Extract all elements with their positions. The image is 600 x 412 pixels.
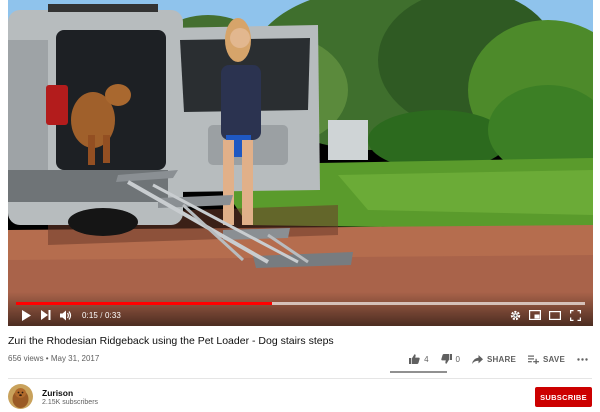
theater-icon [549, 310, 561, 320]
thumbs-down-icon [440, 354, 456, 364]
playlist-add-icon [528, 355, 543, 364]
view-count: 656 views [8, 354, 44, 363]
like-ratio-bar [390, 371, 447, 373]
avatar-image [8, 384, 33, 409]
subscribe-button[interactable]: SUBSCRIBE [535, 387, 592, 407]
section-divider [8, 378, 592, 379]
like-count: 4 [424, 354, 429, 364]
fullscreen-button[interactable] [565, 306, 585, 324]
video-title: Zuri the Rhodesian Ridgeback using the P… [8, 335, 334, 347]
more-actions-button[interactable] [577, 351, 592, 367]
volume-icon [60, 310, 72, 321]
video-frame[interactable] [8, 0, 593, 326]
like-ratio-fill [390, 371, 447, 373]
play-button[interactable] [16, 306, 36, 324]
video-meta: 656 views • May 31, 2017 [8, 354, 99, 363]
save-label: SAVE [543, 354, 565, 364]
dislike-button[interactable]: 0 [440, 351, 460, 367]
save-button[interactable]: SAVE [528, 351, 565, 367]
share-label: SHARE [486, 354, 516, 364]
volume-button[interactable] [56, 306, 76, 324]
share-icon [471, 354, 487, 364]
time-separator: / [97, 310, 105, 320]
fullscreen-icon [569, 309, 581, 321]
progress-played [16, 302, 273, 305]
next-icon [41, 310, 51, 320]
more-horizontal-icon [577, 357, 592, 361]
theater-button[interactable] [545, 306, 565, 324]
settings-button[interactable] [505, 306, 525, 324]
channel-avatar[interactable] [8, 384, 33, 409]
share-button[interactable]: SHARE [471, 351, 516, 367]
time-display: 0:15 / 0:33 [82, 311, 121, 320]
like-button[interactable]: 4 [409, 351, 429, 367]
play-icon [21, 309, 31, 321]
upload-date: May 31, 2017 [50, 354, 100, 363]
progress-bar[interactable] [16, 302, 585, 305]
dislike-count: 0 [455, 354, 460, 364]
settings-icon [510, 310, 521, 321]
time-total: 0:33 [104, 310, 121, 320]
subscriber-count: 2.15K subscribers [42, 399, 99, 406]
player-controls: 0:15 / 0:33 [16, 306, 585, 324]
video-frame-image [8, 0, 593, 326]
miniplayer-button[interactable] [525, 306, 545, 324]
channel-name[interactable]: Zurison [42, 388, 73, 398]
video-player[interactable]: 0:15 / 0:33 [8, 0, 593, 326]
meta-dot: • [43, 354, 51, 363]
time-current: 0:15 [82, 310, 98, 320]
miniplayer-icon [529, 310, 541, 320]
video-actions: 4 0 SHARE SAVE [397, 351, 592, 367]
thumbs-up-icon [409, 354, 424, 364]
next-button[interactable] [36, 306, 56, 324]
